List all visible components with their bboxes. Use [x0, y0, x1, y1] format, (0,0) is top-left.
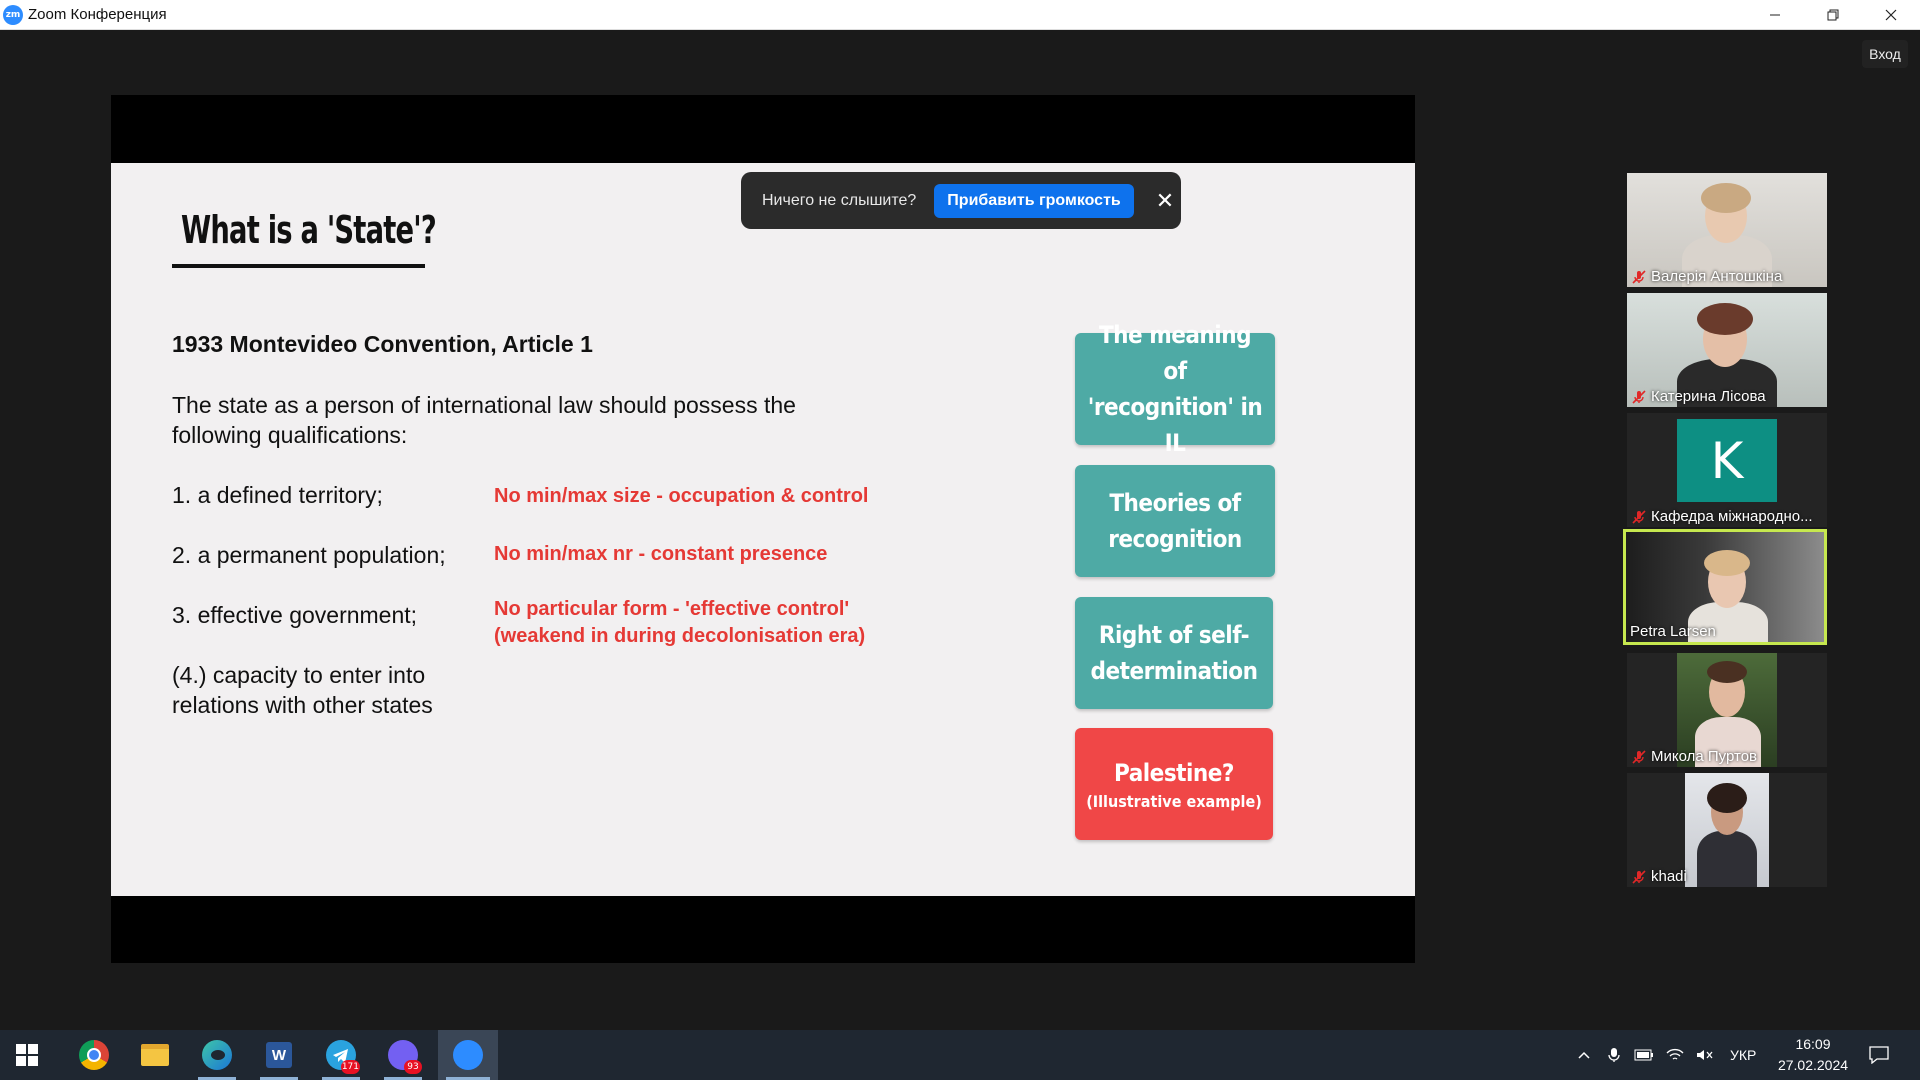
muted-mic-icon — [1632, 749, 1646, 764]
zoom-icon — [453, 1040, 483, 1070]
initial-avatar: K — [1677, 419, 1777, 502]
participant-name-label: Валерія Антошкіна — [1631, 268, 1782, 285]
clock-date: 27.02.2024 — [1777, 1057, 1849, 1073]
microphone-icon[interactable] — [1606, 1046, 1622, 1064]
clock-time: 16:09 — [1795, 1036, 1831, 1052]
participant-name: khadi — [1651, 868, 1687, 885]
person-hair — [1701, 183, 1751, 213]
participant-tile[interactable]: khadi — [1627, 773, 1827, 887]
qualification-note: No min/max nr - constant presence — [494, 543, 828, 565]
window-title: Zoom Конференция — [28, 6, 167, 23]
person-hair — [1707, 661, 1747, 683]
slide-intro: The state as a person of international l… — [172, 392, 796, 448]
participant-tile[interactable]: Катерина Лісова — [1627, 293, 1827, 407]
presentation-slide: What is a 'State'? 1933 Montevideo Conve… — [111, 163, 1415, 896]
telegram-icon: 171 — [326, 1040, 360, 1074]
zoom-logo-icon: zm — [3, 4, 23, 25]
topic-card-label: Right of self-determination — [1090, 621, 1258, 685]
taskbar-zoom[interactable] — [438, 1030, 498, 1080]
qualification-item: 3. effective government; — [172, 602, 418, 628]
close-notification-icon[interactable]: ✕ — [1156, 188, 1174, 214]
slide-title: What is a 'State'? — [181, 208, 437, 252]
participant-tile[interactable]: K Кафедра міжнародно... — [1627, 413, 1827, 527]
viber-badge: 93 — [404, 1060, 422, 1074]
language-indicator[interactable]: УКР — [1730, 1047, 1756, 1063]
title-bar: zm Zoom Конференция — [0, 0, 1920, 30]
muted-mic-icon — [1632, 509, 1646, 524]
telegram-badge: 171 — [340, 1060, 360, 1074]
participant-tile[interactable]: Микола Пуртов — [1627, 653, 1827, 767]
taskbar-edge[interactable] — [190, 1030, 244, 1080]
muted-mic-icon — [1632, 269, 1646, 284]
taskbar-viber[interactable]: 93 — [376, 1030, 430, 1080]
topic-card: Palestine? (Illustrative example) — [1075, 728, 1273, 840]
battery-icon[interactable] — [1634, 1049, 1654, 1061]
folder-icon — [141, 1044, 169, 1066]
windows-taskbar: W 171 93 УКР 16:09 27.02.2024 — [0, 1030, 1920, 1080]
person-figure — [1697, 831, 1757, 887]
notifications-icon[interactable] — [1869, 1046, 1889, 1064]
person-hair — [1697, 303, 1753, 335]
participant-name-label: Petra Larsen — [1630, 623, 1716, 640]
notification-text: Ничего не слышите? — [762, 191, 917, 209]
title-underline — [172, 264, 425, 268]
participant-name-label: Кафедра міжнародно... — [1631, 508, 1813, 525]
close-window-button[interactable] — [1862, 0, 1920, 29]
taskbar-telegram[interactable]: 171 — [314, 1030, 368, 1080]
qualification-item: (4.) capacity to enter into relations wi… — [172, 662, 433, 718]
muted-mic-icon — [1632, 389, 1646, 404]
audio-notification: Ничего не слышите? Прибавить громкость ✕ — [741, 172, 1181, 229]
person-hair — [1707, 783, 1747, 813]
participant-name: Катерина Лісова — [1651, 388, 1766, 405]
topic-card-label: Theories of recognition — [1108, 489, 1242, 553]
restore-button[interactable] — [1804, 0, 1862, 29]
participant-name: Petra Larsen — [1630, 623, 1716, 640]
chrome-icon — [79, 1040, 109, 1070]
video-feed — [1685, 773, 1769, 887]
speaker-muted-icon[interactable] — [1696, 1048, 1714, 1062]
person-hair — [1704, 550, 1750, 576]
participant-tile-active-speaker[interactable]: Petra Larsen — [1623, 529, 1827, 645]
minimize-icon — [1770, 14, 1780, 15]
participant-name: Микола Пуртов — [1651, 748, 1758, 765]
participant-name: Валерія Антошкіна — [1651, 268, 1783, 285]
chevron-up-icon[interactable] — [1576, 1047, 1592, 1063]
topic-card: The meaning of 'recognition' in IL — [1075, 321, 1275, 457]
taskbar-file-explorer[interactable] — [128, 1030, 182, 1080]
system-tray: УКР — [1576, 1030, 1756, 1080]
system-clock[interactable]: 16:09 27.02.2024 — [1770, 1034, 1856, 1076]
word-icon: W — [266, 1042, 292, 1068]
participant-name-label: Катерина Лісова — [1631, 388, 1766, 405]
topic-card-sublabel: (Illustrative example) — [1086, 792, 1262, 811]
taskbar-word[interactable]: W — [252, 1030, 306, 1080]
qualification-item: 1. a defined territory; — [172, 482, 383, 508]
topic-card: Right of self-determination — [1075, 597, 1273, 709]
restore-icon — [1827, 9, 1839, 20]
participant-tile[interactable]: Валерія Антошкіна — [1627, 173, 1827, 287]
window-controls — [1746, 0, 1920, 29]
windows-start-icon[interactable] — [16, 1044, 38, 1066]
close-icon — [1885, 9, 1897, 20]
minimize-button[interactable] — [1746, 0, 1804, 29]
viber-icon: 93 — [388, 1040, 422, 1074]
topic-card-label: The meaning of 'recognition' in IL — [1087, 321, 1263, 457]
signin-button[interactable]: Вход — [1862, 40, 1908, 68]
edge-icon — [202, 1040, 232, 1070]
participant-name: Кафедра міжнародно... — [1651, 508, 1813, 525]
participant-name-label: khadi — [1631, 868, 1687, 885]
qualification-item: 2. a permanent population; — [172, 542, 446, 568]
topic-card: Theories of recognition — [1075, 465, 1275, 577]
increase-volume-button[interactable]: Прибавить громкость — [934, 183, 1134, 218]
wifi-icon[interactable] — [1666, 1048, 1684, 1062]
muted-mic-icon — [1632, 869, 1646, 884]
taskbar-chrome[interactable] — [67, 1030, 121, 1080]
slide-heading: 1933 Montevideo Convention, Article 1 — [172, 331, 593, 357]
topic-card-label: Palestine? — [1114, 759, 1234, 787]
participant-name-label: Микола Пуртов — [1631, 748, 1757, 765]
qualification-note: No particular form - 'effective control'… — [494, 598, 866, 647]
qualification-note: No min/max size - occupation & control — [494, 485, 869, 507]
